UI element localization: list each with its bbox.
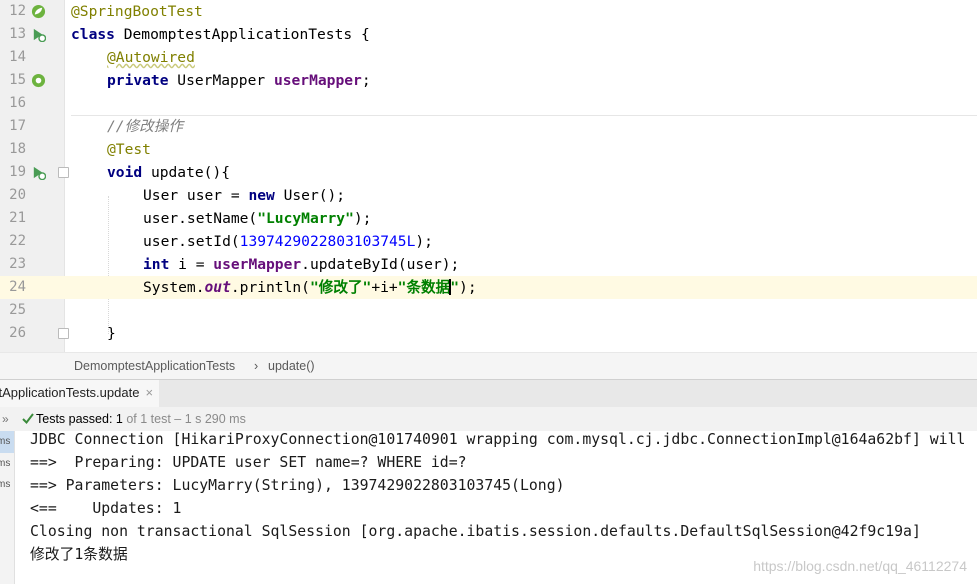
field-name: userMapper — [213, 256, 302, 273]
line-number: 16 — [9, 95, 26, 111]
semicolon: ; — [361, 72, 371, 89]
line-number: 18 — [9, 141, 26, 157]
annotation: @SpringBootTest — [71, 3, 203, 20]
code-text: ); — [415, 233, 433, 250]
code-text: ); — [459, 279, 477, 296]
code-line-16 — [71, 92, 977, 116]
code-text: User(); — [274, 187, 346, 204]
line-number: 26 — [9, 325, 26, 341]
code-text: .println( — [230, 279, 310, 296]
close-icon[interactable]: × — [145, 385, 153, 400]
console-line: ==> Parameters: LucyMarry(String), 13974… — [30, 477, 565, 494]
static-field: out — [204, 279, 231, 296]
code-line-17: 17 //修改操作 — [0, 115, 977, 138]
line-number: 24 — [9, 279, 26, 295]
breadcrumb-separator: › — [254, 359, 259, 373]
string-literal: "LucyMarry" — [257, 210, 354, 227]
code-line-15: 15 private UserMapper userMapper; — [0, 69, 977, 92]
line-16-gutter: 16 — [0, 92, 60, 115]
code-text: User user = — [143, 187, 249, 204]
keyword: int — [143, 256, 170, 273]
console-line: 修改了1条数据 — [30, 546, 128, 563]
breadcrumb-method[interactable]: update() — [268, 353, 315, 380]
test-status-bar: » Tests passed: 1 of 1 test – 1 s 290 ms — [0, 407, 977, 432]
breadcrumb: DemomptestApplicationTests › update() — [0, 352, 977, 380]
expand-chevron-icon[interactable]: » — [2, 407, 9, 431]
tests-passed-count: 1 — [115, 412, 123, 426]
closing-brace: } — [107, 325, 116, 342]
line-number: 13 — [9, 26, 26, 42]
code-line-21: 21 user.setName("LucyMarry"); — [0, 207, 977, 230]
comment: //修改操作 — [107, 118, 183, 135]
line-number: 25 — [9, 302, 26, 318]
keyword: void — [107, 164, 143, 181]
line-number: 14 — [9, 49, 26, 65]
spring-bean-icon — [31, 4, 46, 19]
line-number: 20 — [9, 187, 26, 203]
line-number: 17 — [9, 118, 26, 134]
keyword: class — [71, 26, 115, 43]
annotation: @Autowired — [107, 49, 195, 66]
class-declaration: DemomptestApplicationTests { — [114, 26, 370, 43]
run-tab-strip: stApplicationTests.update × — [0, 379, 977, 408]
test-duration: ms — [0, 436, 11, 447]
line-number: 21 — [9, 210, 26, 226]
console-line: JDBC Connection [HikariProxyConnection@1… — [30, 431, 966, 448]
line-number: 19 — [9, 164, 26, 180]
method-declaration: update(){ — [142, 164, 231, 181]
run-tab[interactable]: stApplicationTests.update × — [0, 380, 160, 407]
line-number: 15 — [9, 72, 26, 88]
test-duration: ms — [0, 479, 11, 490]
test-status-text: Tests passed: 1 of 1 test – 1 s 290 ms — [36, 407, 246, 431]
type-name: UserMapper — [168, 72, 274, 89]
fold-toggle-icon[interactable] — [58, 328, 69, 339]
check-icon — [22, 413, 34, 425]
code-line-23: 23 int i = userMapper.updateById(user); — [0, 253, 977, 276]
code-line-20: 20 User user = new User(); — [0, 184, 977, 207]
fold-toggle-icon[interactable] — [58, 167, 69, 178]
code-line-25: 25 — [0, 299, 977, 322]
line-number: 22 — [9, 233, 26, 249]
string-literal-end: " — [450, 279, 460, 296]
code-editor[interactable]: 12 @SpringBootTest 13 class DemomptestAp… — [0, 0, 977, 352]
number-literal: 1397429022803103745L — [239, 233, 416, 250]
tests-passed-label: Tests passed: — [36, 412, 116, 426]
console-line: ==> Preparing: UPDATE user SET name=? WH… — [30, 454, 467, 471]
code-line-13: 13 class DemomptestApplicationTests { — [0, 23, 977, 46]
field-name: userMapper — [273, 72, 362, 89]
code-line-24-current[interactable]: 24 System.out.println("修改了"+i+"条数据"); — [0, 276, 977, 299]
code-text: user.setName( — [143, 210, 258, 227]
keyword: new — [248, 187, 275, 204]
console-line: Closing non transactional SqlSession [or… — [30, 523, 921, 540]
code-line-12: 12 @SpringBootTest — [0, 0, 977, 23]
run-test-icon[interactable] — [31, 165, 46, 180]
code-text: user.setId( — [143, 233, 240, 250]
code-line-26: 26 } — [0, 322, 977, 345]
code-line-19: 19 void update(){ — [0, 161, 977, 184]
code-line-18: 18 @Test — [0, 138, 977, 161]
watermark: https://blog.csdn.net/qq_46112274 — [753, 558, 967, 574]
string-literal: "条数据 — [397, 279, 451, 296]
console-line: <== Updates: 1 — [30, 500, 182, 517]
line-number: 23 — [9, 256, 26, 272]
keyword: private — [107, 72, 169, 89]
run-tab-label: stApplicationTests.update — [0, 385, 140, 400]
code-line-14: 14 @Autowired — [0, 46, 977, 69]
tests-duration: of 1 test – 1 s 290 ms — [122, 412, 246, 426]
code-text: System. — [143, 279, 205, 296]
string-literal: "修改了" — [309, 279, 372, 296]
annotation: @Test — [107, 141, 151, 158]
test-tree-strip[interactable]: ms ms ms — [0, 431, 15, 584]
code-text: i = — [169, 256, 214, 273]
code-text: ); — [353, 210, 372, 227]
code-text: +i+ — [371, 279, 398, 296]
line-number: 12 — [9, 3, 26, 19]
run-test-icon[interactable] — [31, 27, 46, 42]
spring-autowire-icon[interactable] — [31, 73, 46, 88]
breadcrumb-class[interactable]: DemomptestApplicationTests — [74, 353, 235, 380]
test-duration: ms — [0, 458, 11, 469]
code-text: .updateById(user); — [301, 256, 460, 273]
code-line-22: 22 user.setId(1397429022803103745L); — [0, 230, 977, 253]
